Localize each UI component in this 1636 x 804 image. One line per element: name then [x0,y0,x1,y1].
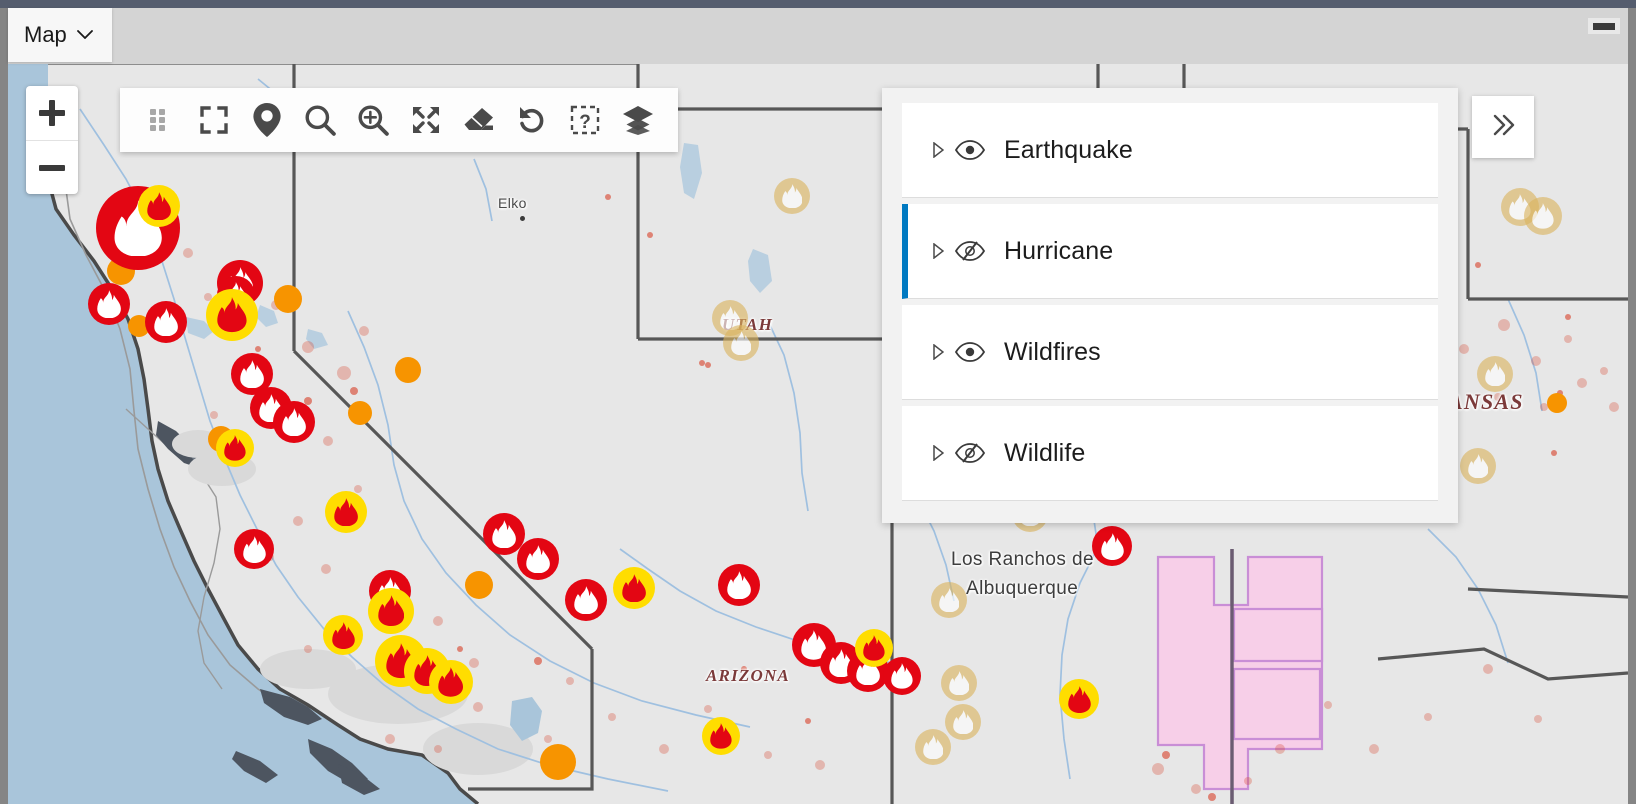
eye-visible-icon[interactable] [948,342,992,362]
minimize-icon [1593,22,1615,30]
cluster-dot[interactable] [1547,393,1567,413]
fire-marker-yellow[interactable] [702,717,740,755]
double-chevron-right-icon [1488,112,1518,143]
fire-marker-yellow[interactable] [325,491,367,533]
layer-item-hurricane[interactable]: Hurricane [902,204,1438,299]
fire-marker-yellow[interactable] [216,429,254,467]
zoom-in-button[interactable] [26,86,78,141]
fire-marker-tan[interactable] [1477,356,1513,392]
layer-item-label: Earthquake [1004,135,1133,164]
triangle-right-icon[interactable] [932,141,945,159]
fire-marker-yellow[interactable] [613,567,655,609]
cluster-dot[interactable] [348,401,372,425]
fire-marker-tan[interactable] [723,325,759,361]
search-icon[interactable] [293,94,346,146]
window-edge-right [1628,8,1636,804]
fire-marker-tan[interactable] [931,582,967,618]
layer-item-label: Hurricane [1004,236,1114,265]
layer-list: Earthquake Hurricane Wildfires Wildlife [902,103,1438,501]
fire-marker-red[interactable] [273,401,315,443]
eye-hidden-icon[interactable] [948,443,992,463]
fire-marker-red[interactable] [565,579,607,621]
fire-marker-red[interactable] [145,301,187,343]
map-toolbar: ? [120,88,678,152]
fire-marker-tan[interactable] [915,729,951,765]
zoom-controls [26,86,78,194]
fire-marker-tan[interactable] [774,178,810,214]
svg-text:?: ? [579,112,591,133]
layer-item-earthquake[interactable]: Earthquake [902,103,1438,198]
fire-marker-red[interactable] [517,538,559,580]
eye-hidden-icon[interactable] [948,241,992,261]
fire-marker-red[interactable] [88,283,130,325]
cluster-dot[interactable] [395,357,421,383]
fire-marker-tan[interactable] [945,704,981,740]
layer-item-wildlife[interactable]: Wildlife [902,406,1438,501]
eye-visible-icon[interactable] [948,140,992,160]
layer-item-wildfires[interactable]: Wildfires [902,305,1438,400]
fire-marker-tan[interactable] [1524,197,1562,235]
chevron-down-icon [76,26,93,44]
cluster-dot[interactable] [274,285,302,313]
layers-icon[interactable] [611,94,664,146]
eraser-icon[interactable] [452,94,505,146]
fire-marker-red[interactable] [718,564,760,606]
layer-item-label: Wildlife [1004,438,1086,467]
fire-marker-yellow[interactable] [1059,679,1099,719]
fire-marker-red[interactable] [234,529,274,569]
city-label-albuquerque: Albuquerque [966,578,1079,599]
undo-icon[interactable] [505,94,558,146]
window-chrome-strip [0,8,1636,64]
triangle-right-icon[interactable] [932,343,945,361]
layers-panel: Earthquake Hurricane Wildfires Wildlife [882,88,1458,523]
triangle-right-icon[interactable] [932,444,945,462]
expand-arrows-icon[interactable] [399,94,452,146]
state-label-arizona: ARIZONA [706,666,790,685]
city-label-elko: Elko [498,195,527,211]
layer-item-label: Wildfires [1004,337,1101,366]
fire-marker-red[interactable] [883,657,921,695]
grid-icon[interactable] [134,94,187,146]
city-label-los-ranchos: Los Ranchos de [951,549,1094,570]
zoom-in-icon[interactable] [346,94,399,146]
fire-marker-yellow[interactable] [368,588,414,634]
map-application-window: UTAH ARIZONA ANSAS Elko Los Ranchos de A… [0,0,1636,804]
fire-marker-tan[interactable] [1460,448,1496,484]
panel-collapse-button[interactable] [1472,96,1534,158]
triangle-right-icon[interactable] [932,242,945,260]
fire-marker-tan[interactable] [941,665,977,701]
map-type-dropdown[interactable]: Map [8,8,112,62]
map-pin-icon[interactable] [240,94,293,146]
minus-icon [39,165,65,171]
cluster-dot[interactable] [465,571,493,599]
city-dot-elko [520,216,525,221]
state-label-ansas: ANSAS [1448,389,1524,414]
fire-marker-yellow[interactable] [429,660,473,704]
map-type-label: Map [24,22,67,47]
fullscreen-icon[interactable] [187,94,240,146]
window-titlebar [0,0,1636,8]
window-edge-left [0,8,8,804]
minimize-button[interactable] [1588,18,1620,34]
fire-marker-red[interactable] [1092,526,1132,566]
zoom-out-button[interactable] [26,141,78,194]
help-box-icon[interactable]: ? [558,94,611,146]
cluster-dot[interactable] [540,744,576,780]
fire-marker-yellow[interactable] [206,289,258,341]
fire-marker-yellow[interactable] [138,185,180,227]
fire-marker-yellow[interactable] [323,615,363,655]
fire-marker-yellow[interactable] [855,629,893,667]
